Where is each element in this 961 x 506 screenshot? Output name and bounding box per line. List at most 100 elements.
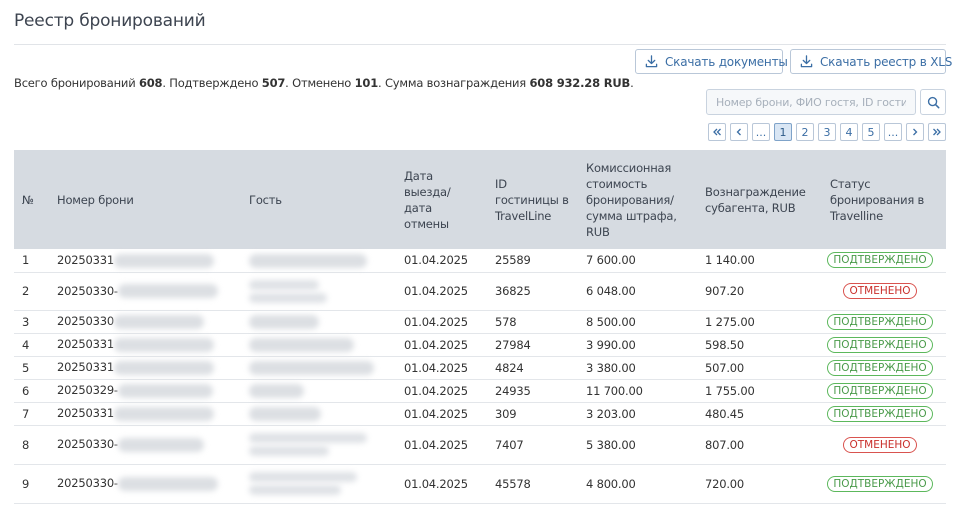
status-badge: ПОДТВЕРЖДЕНО — [827, 336, 933, 353]
col-number[interactable]: № — [14, 150, 49, 249]
summary-total-label: Всего бронирований — [14, 76, 136, 90]
title-divider — [14, 44, 946, 45]
search-icon — [927, 96, 939, 108]
redacted-guest — [249, 472, 357, 482]
redacted-booking-suffix — [117, 284, 218, 299]
commission: 6 048.00 — [578, 272, 697, 311]
download-icon — [645, 55, 658, 68]
status-badge: ПОДТВЕРЖДЕНО — [827, 475, 933, 492]
page-button-2[interactable]: 2 — [796, 123, 814, 141]
redacted-booking-suffix — [113, 253, 214, 268]
status-badge: ПОДТВЕРЖДЕНО — [827, 252, 933, 269]
chevron-right-icon — [913, 128, 918, 136]
summary-cancelled: 101 — [354, 76, 379, 90]
redacted-guest — [249, 446, 329, 456]
download-documents-button[interactable]: Скачать документы — [635, 49, 788, 74]
redacted-booking-suffix — [113, 337, 214, 352]
col-hotel-id[interactable]: ID гостиницы в TravelLine — [487, 150, 578, 249]
search-button[interactable] — [920, 89, 946, 115]
row-number: 9 — [14, 464, 49, 504]
row-number: 1 — [14, 249, 49, 273]
booking-number: 20250331 — [57, 253, 114, 267]
commission: 5 380.00 — [578, 425, 697, 465]
summary-cancelled-label: Отменено — [292, 76, 352, 90]
pagination-ellipsis-left[interactable]: ... — [752, 123, 770, 141]
table-row[interactable]: 4 20250331 01.04.2025 27984 3 990.00 598… — [14, 333, 946, 357]
booking-number: 20250330 — [57, 314, 114, 329]
summary-confirmed: 507 — [261, 76, 286, 90]
booking-number: 20250330- — [57, 437, 118, 452]
booking-number: 20250330- — [57, 283, 118, 298]
page-button-3[interactable]: 3 — [818, 123, 836, 141]
col-guest[interactable]: Гость — [241, 150, 396, 249]
next-page-button[interactable] — [906, 123, 924, 141]
checkout-date: 01.04.2025 — [396, 272, 487, 311]
hotel-id: 36825 — [487, 272, 578, 311]
status-badge: ПОДТВЕРЖДЕНО — [827, 359, 933, 376]
hotel-id: 24935 — [487, 379, 578, 403]
row-number: 2 — [14, 272, 49, 311]
commission: 3 380.00 — [578, 356, 697, 380]
checkout-date: 01.04.2025 — [396, 402, 487, 426]
hotel-id: 309 — [487, 402, 578, 426]
redacted-guest — [249, 383, 304, 398]
table-row[interactable]: 6 20250329- 01.04.2025 24935 11 700.00 1… — [14, 379, 946, 403]
download-icon — [800, 55, 813, 68]
double-chevron-left-icon — [713, 128, 721, 136]
col-booking-number[interactable]: Номер брони — [49, 150, 241, 249]
status-badge: ПОДТВЕРЖДЕНО — [827, 313, 933, 330]
prev-page-button[interactable] — [730, 123, 748, 141]
chevron-left-icon — [736, 128, 741, 136]
redacted-booking-suffix — [117, 383, 213, 398]
first-page-button[interactable] — [708, 123, 726, 141]
col-date[interactable]: Дата выезда/ дата отмены — [396, 150, 487, 249]
summary-confirmed-label: Подтверждено — [169, 76, 259, 90]
reward: 1 755.00 — [697, 379, 822, 403]
summary-reward-label: Сумма вознаграждения — [384, 76, 527, 90]
table-row[interactable]: 7 20250331 01.04.2025 309 3 203.00 480.4… — [14, 402, 946, 426]
table-row[interactable]: 1 20250331 01.04.2025 25589 7 600.00 1 1… — [14, 249, 946, 273]
checkout-date: 01.04.2025 — [396, 310, 487, 334]
table-row[interactable]: 3 20250330 01.04.2025 578 8 500.00 1 275… — [14, 310, 946, 334]
last-page-button[interactable] — [928, 123, 946, 141]
table-row[interactable]: 5 20250331 01.04.2025 4824 3 380.00 507.… — [14, 356, 946, 380]
summary-reward: 608 932.28 RUB — [529, 76, 631, 90]
bookings-table: № Номер брони Гость Дата выезда/ дата от… — [14, 150, 946, 504]
checkout-date: 01.04.2025 — [396, 356, 487, 380]
booking-number: 20250330- — [57, 476, 118, 491]
checkout-date: 01.04.2025 — [396, 333, 487, 357]
redacted-guest — [249, 279, 319, 290]
commission: 7 600.00 — [578, 249, 697, 273]
redacted-booking-suffix — [113, 406, 214, 421]
redacted-guest — [249, 360, 374, 375]
reward: 720.00 — [697, 464, 822, 504]
table-row[interactable]: 2 20250330- 01.04.2025 36825 6 048.00 90… — [14, 272, 946, 311]
table-header-row: № Номер брони Гость Дата выезда/ дата от… — [14, 150, 946, 249]
row-number: 4 — [14, 333, 49, 357]
pagination-ellipsis-right[interactable]: ... — [884, 123, 902, 141]
pagination: ... 1 2 3 4 5 ... — [708, 123, 946, 141]
status-badge: ПОДТВЕРЖДЕНО — [827, 382, 933, 399]
checkout-date: 01.04.2025 — [396, 425, 487, 465]
hotel-id: 25589 — [487, 249, 578, 273]
page-button-4[interactable]: 4 — [840, 123, 858, 141]
table-row[interactable]: 9 20250330- 01.04.2025 45578 4 800.00 72… — [14, 464, 946, 504]
booking-number: 20250331 — [57, 337, 114, 352]
table-row[interactable]: 8 20250330- 01.04.2025 7407 5 380.00 807… — [14, 425, 946, 465]
page-button-5[interactable]: 5 — [862, 123, 880, 141]
col-commission[interactable]: Комиссионная стоимость бронирования/ сум… — [578, 150, 697, 249]
redacted-guest — [249, 337, 354, 352]
search-input[interactable] — [706, 89, 916, 115]
bookings-summary: Всего бронирований 608. Подтверждено 507… — [14, 76, 634, 90]
col-status[interactable]: Статус бронирования в Travelline — [822, 150, 946, 249]
download-xls-button[interactable]: Скачать реестр в XLS — [790, 49, 952, 74]
hotel-id: 45578 — [487, 464, 578, 504]
redacted-guest — [249, 314, 319, 329]
redacted-booking-suffix — [117, 437, 204, 452]
col-reward[interactable]: Вознаграждение субагента, RUB — [697, 150, 822, 249]
page-button-1[interactable]: 1 — [774, 123, 792, 141]
booking-number: 20250329- — [57, 383, 118, 398]
redacted-guest — [249, 406, 321, 421]
commission: 8 500.00 — [578, 310, 697, 334]
reward: 1 140.00 — [697, 249, 822, 273]
